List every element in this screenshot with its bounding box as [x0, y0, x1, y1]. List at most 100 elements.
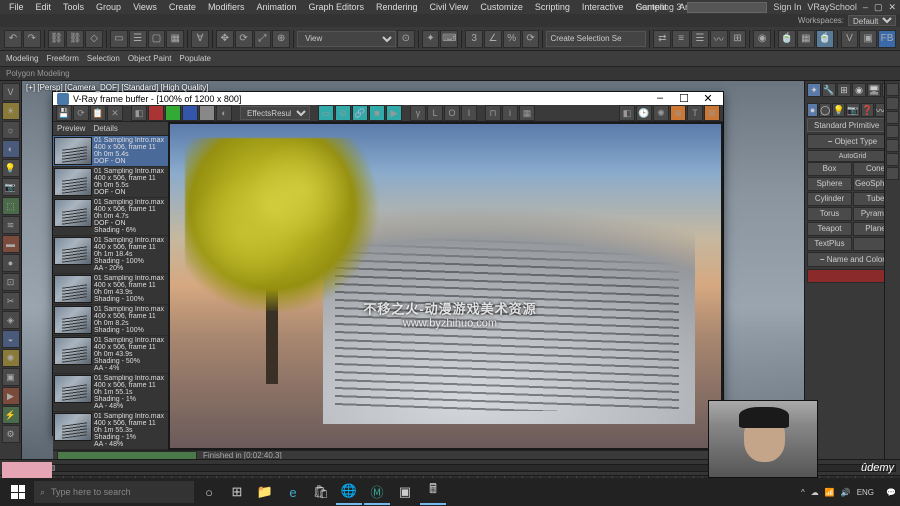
vfb-red-icon[interactable]: [148, 105, 164, 121]
history-item[interactable]: 01 Sampling Intro.max400 x 506, frame 11…: [53, 236, 168, 274]
menu-rendering[interactable]: Rendering: [371, 2, 423, 12]
menu-animation[interactable]: Animation: [251, 2, 301, 12]
start-button[interactable]: [4, 478, 32, 506]
vfb-mono-icon[interactable]: ◐: [216, 105, 232, 121]
render-setup-icon[interactable]: 🍵: [778, 30, 796, 48]
render-frame-icon[interactable]: ▦: [797, 30, 815, 48]
lt-ies-icon[interactable]: 💡: [2, 159, 20, 177]
menu-civilview[interactable]: Civil View: [425, 2, 474, 12]
menu-modifiers[interactable]: Modifiers: [203, 2, 250, 12]
vfb-green-icon[interactable]: [165, 105, 181, 121]
history-item[interactable]: 01 Sampling Intro.max400 x 506, frame 11…: [53, 198, 168, 236]
unlink-icon[interactable]: ⛓: [66, 30, 84, 48]
keyboard-icon[interactable]: ⌨: [440, 30, 458, 48]
select-icon[interactable]: ▭: [110, 30, 128, 48]
geometry-icon[interactable]: ●: [807, 103, 818, 117]
vfb-close-icon[interactable]: ✕: [697, 92, 719, 105]
lt-lens-icon[interactable]: ✺: [2, 349, 20, 367]
lt-clipper-icon[interactable]: ✂: [2, 292, 20, 310]
vfb-bucket-icon[interactable]: ⊞: [704, 105, 720, 121]
placement-icon[interactable]: ⊕: [272, 30, 290, 48]
lt-proxy-icon[interactable]: ⬚: [2, 197, 20, 215]
history-item[interactable]: 01 Sampling Intro.max400 x 506, frame 11…: [53, 336, 168, 374]
nav-extents-icon[interactable]: [886, 111, 899, 124]
vfb-srgb-icon[interactable]: γ: [410, 105, 426, 121]
viewport-label[interactable]: [+] [Persp] [Camera_DOF] [Standard] [Hig…: [26, 83, 209, 92]
vfb-copy-icon[interactable]: 📋: [90, 105, 106, 121]
cortana-icon[interactable]: ○: [196, 479, 222, 505]
filter-all-icon[interactable]: ∀: [191, 30, 209, 48]
move-icon[interactable]: ✥: [216, 30, 234, 48]
vfb-pixel-icon[interactable]: ▦: [519, 105, 535, 121]
nav-maximize-icon[interactable]: [886, 167, 899, 180]
lt-denoiser-icon[interactable]: ◈: [2, 311, 20, 329]
vray-fb-icon[interactable]: ▣: [859, 30, 877, 48]
spinner-snap-icon[interactable]: ⟳: [522, 30, 540, 48]
tray-cloud-icon[interactable]: ☁: [811, 488, 819, 497]
window-crossing-icon[interactable]: ▦: [166, 30, 184, 48]
lt-light-icon[interactable]: ☀: [2, 102, 20, 120]
vfb-max-icon[interactable]: ☐: [673, 92, 695, 105]
cameras-icon[interactable]: 📷: [846, 103, 859, 117]
vfb-stamp-icon[interactable]: T: [687, 105, 703, 121]
vray-icon[interactable]: V: [841, 30, 859, 48]
vfb-alpha-icon[interactable]: [199, 105, 215, 121]
menu-create[interactable]: Create: [164, 2, 201, 12]
chrome-icon[interactable]: 🌐: [336, 479, 362, 505]
align-icon[interactable]: ≡: [672, 30, 690, 48]
lights-icon[interactable]: 💡: [832, 103, 845, 117]
edge-icon[interactable]: e: [280, 479, 306, 505]
nav-zoom-icon[interactable]: [886, 83, 899, 96]
history-item[interactable]: 01 Sampling Intro.max400 x 506, frame 11…: [53, 274, 168, 305]
motion-tab-icon[interactable]: ◉: [852, 83, 866, 97]
lt-quick-icon[interactable]: ⚡: [2, 406, 20, 424]
percent-snap-icon[interactable]: %: [503, 30, 521, 48]
history-item[interactable]: 01 Sampling Intro.max400 x 506, frame 11…: [53, 305, 168, 336]
store-icon[interactable]: 🛍: [308, 479, 334, 505]
schematic-icon[interactable]: ⊞: [729, 30, 747, 48]
vfb-reload-icon[interactable]: ⟳: [73, 105, 89, 121]
workspace-select[interactable]: Default: [848, 15, 896, 26]
tray-lang[interactable]: ENG: [857, 488, 874, 497]
ribbon-populate[interactable]: Populate: [179, 54, 211, 63]
vfb-lens-icon[interactable]: ✺: [653, 105, 669, 121]
vray-rt-icon[interactable]: FB: [878, 30, 896, 48]
system-tray[interactable]: ^ ☁ 📶 🔊 ENG 💬: [801, 488, 896, 497]
ribbon-modeling[interactable]: Modeling: [6, 54, 38, 63]
vfb-render-view[interactable]: [168, 122, 723, 450]
snap3-icon[interactable]: 3: [465, 30, 483, 48]
menu-file[interactable]: File: [4, 2, 29, 12]
vfb-clamp-icon[interactable]: ⊓: [485, 105, 501, 121]
angle-snap-icon[interactable]: ∠: [484, 30, 502, 48]
history-item[interactable]: 01 Sampling Intro.max400 x 506, frame 11…: [53, 167, 168, 198]
tray-wifi-icon[interactable]: 📶: [825, 488, 835, 497]
lt-plane-icon[interactable]: ▬: [2, 235, 20, 253]
history-item[interactable]: 01 Sampling Intro.max400 x 506, frame 11…: [53, 136, 168, 167]
manip-icon[interactable]: ✦: [422, 30, 440, 48]
vfb-titlebar[interactable]: V-Ray frame buffer - [100% of 1200 x 800…: [53, 92, 723, 105]
vray-task-icon[interactable]: ▣: [392, 479, 418, 505]
shapes-icon[interactable]: ◯: [819, 103, 831, 117]
history-item[interactable]: 01 Sampling Intro.max400 x 506, frame 11…: [53, 374, 168, 412]
select-name-icon[interactable]: ☰: [129, 30, 147, 48]
render-button-icon[interactable]: 🍵: [816, 30, 834, 48]
signin-button[interactable]: Sign In: [773, 2, 801, 12]
tray-volume-icon[interactable]: 🔊: [841, 488, 851, 497]
create-tab-icon[interactable]: ✦: [807, 83, 821, 97]
pivot-icon[interactable]: ⊙: [397, 30, 415, 48]
lt-fur-icon[interactable]: ≋: [2, 216, 20, 234]
vfb-history-icon[interactable]: 🕒: [636, 105, 652, 121]
ribbon-freeform[interactable]: Freeform: [46, 54, 78, 63]
3dsmax-icon[interactable]: Ⓜ: [364, 479, 390, 505]
vfb-info-icon[interactable]: i: [502, 105, 518, 121]
vfb-compare-icon[interactable]: ◧: [619, 105, 635, 121]
display-tab-icon[interactable]: 🖥: [867, 83, 881, 97]
nav-pan-icon[interactable]: [886, 139, 899, 152]
curve-editor-icon[interactable]: 〰: [710, 30, 728, 48]
ribbon-objectpaint[interactable]: Object Paint: [128, 54, 172, 63]
menu-interactive[interactable]: Interactive: [577, 2, 629, 12]
primitive-teapot[interactable]: Teapot: [807, 222, 852, 236]
vfb-clear-icon[interactable]: ✕: [107, 105, 123, 121]
lt-settings-icon[interactable]: ⚙: [2, 425, 20, 443]
vfb-rgb-icon[interactable]: ◧: [131, 105, 147, 121]
